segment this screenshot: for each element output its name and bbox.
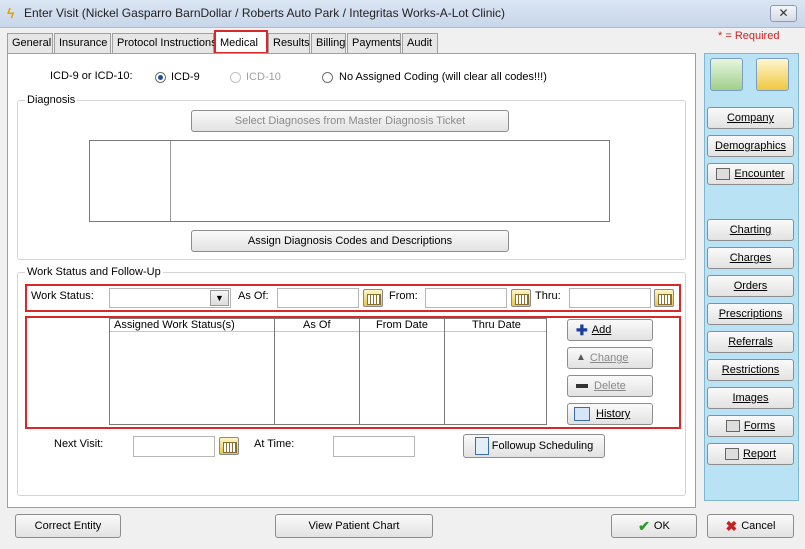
column-thru-date[interactable]: Thru Date xyxy=(472,319,521,331)
as-of-input[interactable] xyxy=(277,288,359,308)
tab-results[interactable]: Results xyxy=(268,33,310,53)
work-status-table[interactable] xyxy=(109,318,547,425)
sidebar-report-button[interactable]: Report xyxy=(707,443,794,465)
delete-button[interactable]: Delete xyxy=(567,375,653,397)
envelope-icon[interactable] xyxy=(756,58,789,91)
forms-label: Forms xyxy=(743,420,776,432)
history-button[interactable]: History xyxy=(567,403,653,425)
plus-icon: ✚ xyxy=(576,322,588,339)
thru-label: Thru: xyxy=(535,290,561,302)
at-time-label: At Time: xyxy=(254,438,295,450)
tab-audit[interactable]: Audit xyxy=(402,33,438,53)
window-title: Enter Visit (Nickel Gasparro BarnDollar … xyxy=(24,6,506,20)
add-label: Add xyxy=(591,324,612,336)
next-visit-label: Next Visit: xyxy=(54,438,104,450)
column-as-of[interactable]: As Of xyxy=(303,319,331,331)
coding-label: ICD-9 or ICD-10: xyxy=(50,70,133,82)
column-from-date[interactable]: From Date xyxy=(376,319,428,331)
notes-icon[interactable] xyxy=(710,58,743,91)
from-label: From: xyxy=(389,290,418,302)
close-button[interactable]: ✕ xyxy=(770,5,797,22)
required-note: * = Required xyxy=(718,30,780,42)
ok-label: OK xyxy=(653,520,670,532)
report-label: Report xyxy=(742,448,777,460)
history-label: History xyxy=(596,408,631,420)
thru-calendar-icon[interactable] xyxy=(654,289,674,307)
followup-scheduling-button[interactable]: Followup Scheduling xyxy=(463,434,605,458)
icd10-label: ICD-10 xyxy=(246,71,281,83)
diagnosis-list-divider xyxy=(170,141,171,221)
next-visit-input[interactable] xyxy=(133,436,215,457)
sidebar-forms-button[interactable]: Forms xyxy=(707,415,794,437)
change-label: Change xyxy=(589,352,629,364)
encounter-label: Encounter xyxy=(734,168,785,180)
column-divider xyxy=(444,319,445,424)
schedule-icon xyxy=(474,437,489,456)
icd9-label: ICD-9 xyxy=(171,71,200,83)
work-status-group-label: Work Status and Follow-Up xyxy=(25,266,163,278)
sidebar-prescriptions-button[interactable]: Prescriptions xyxy=(707,303,794,325)
at-time-input[interactable] xyxy=(333,436,415,457)
x-icon: ✖ xyxy=(725,518,738,535)
tab-medical[interactable]: Medical xyxy=(214,30,268,54)
from-input[interactable] xyxy=(425,288,507,308)
add-button[interactable]: ✚ Add xyxy=(567,319,653,341)
sidebar-demographics-button[interactable]: Demographics xyxy=(707,135,794,157)
column-assigned-work-status[interactable]: Assigned Work Status(s) xyxy=(114,319,235,331)
triangle-icon: ▲ xyxy=(576,352,586,364)
from-calendar-icon[interactable] xyxy=(511,289,531,307)
history-icon xyxy=(574,407,590,422)
tab-insurance[interactable]: Insurance xyxy=(54,33,111,53)
sidebar-images-button[interactable]: Images xyxy=(707,387,794,409)
view-patient-chart-button[interactable]: View Patient Chart xyxy=(275,514,433,538)
sidebar-orders-button[interactable]: Orders xyxy=(707,275,794,297)
select-diagnoses-button[interactable]: Select Diagnoses from Master Diagnosis T… xyxy=(191,110,509,132)
sidebar-restrictions-button[interactable]: Restrictions xyxy=(707,359,794,381)
sidebar-encounter-button[interactable]: Encounter xyxy=(707,163,794,185)
printer-icon xyxy=(725,420,740,433)
printer-icon xyxy=(724,448,739,461)
ok-button[interactable]: ✔ OK xyxy=(611,514,697,538)
as-of-label: As Of: xyxy=(238,290,269,302)
no-coding-label: No Assigned Coding (will clear all codes… xyxy=(339,71,547,83)
correct-entity-button[interactable]: Correct Entity xyxy=(15,514,121,538)
sidebar-charting-button[interactable]: Charting xyxy=(707,219,794,241)
no-coding-radio[interactable] xyxy=(322,72,333,83)
printer-icon xyxy=(716,168,731,181)
sidebar-charges-button[interactable]: Charges xyxy=(707,247,794,269)
icd10-radio[interactable] xyxy=(230,72,241,83)
sidebar-company-button[interactable]: Company xyxy=(707,107,794,129)
cancel-button[interactable]: ✖ Cancel xyxy=(707,514,794,538)
thru-input[interactable] xyxy=(569,288,651,308)
tab-payments[interactable]: Payments xyxy=(347,33,401,53)
diagnosis-group-label: Diagnosis xyxy=(25,94,78,106)
minus-icon xyxy=(576,384,588,389)
column-divider xyxy=(359,319,360,424)
next-visit-calendar-icon[interactable] xyxy=(219,437,239,455)
tab-protocol-instructions[interactable]: Protocol Instructions xyxy=(112,33,217,53)
work-status-label: Work Status: xyxy=(31,290,94,302)
tab-billing[interactable]: Billing xyxy=(311,33,346,53)
checkmark-icon: ✔ xyxy=(638,518,650,535)
chevron-down-icon[interactable]: ▼ xyxy=(210,290,229,306)
assign-diagnosis-button[interactable]: Assign Diagnosis Codes and Descriptions xyxy=(191,230,509,252)
change-button[interactable]: ▲ Change xyxy=(567,347,653,369)
column-divider xyxy=(274,319,275,424)
cancel-label: Cancel xyxy=(741,520,776,532)
delete-label: Delete xyxy=(594,380,626,392)
icd9-radio[interactable] xyxy=(155,72,166,83)
tab-general[interactable]: General xyxy=(7,33,53,53)
followup-label: Followup Scheduling xyxy=(491,440,594,452)
sidebar-referrals-button[interactable]: Referrals xyxy=(707,331,794,353)
as-of-calendar-icon[interactable] xyxy=(363,289,383,307)
diagnosis-list[interactable] xyxy=(89,140,610,222)
app-icon: ϟ xyxy=(7,5,15,21)
